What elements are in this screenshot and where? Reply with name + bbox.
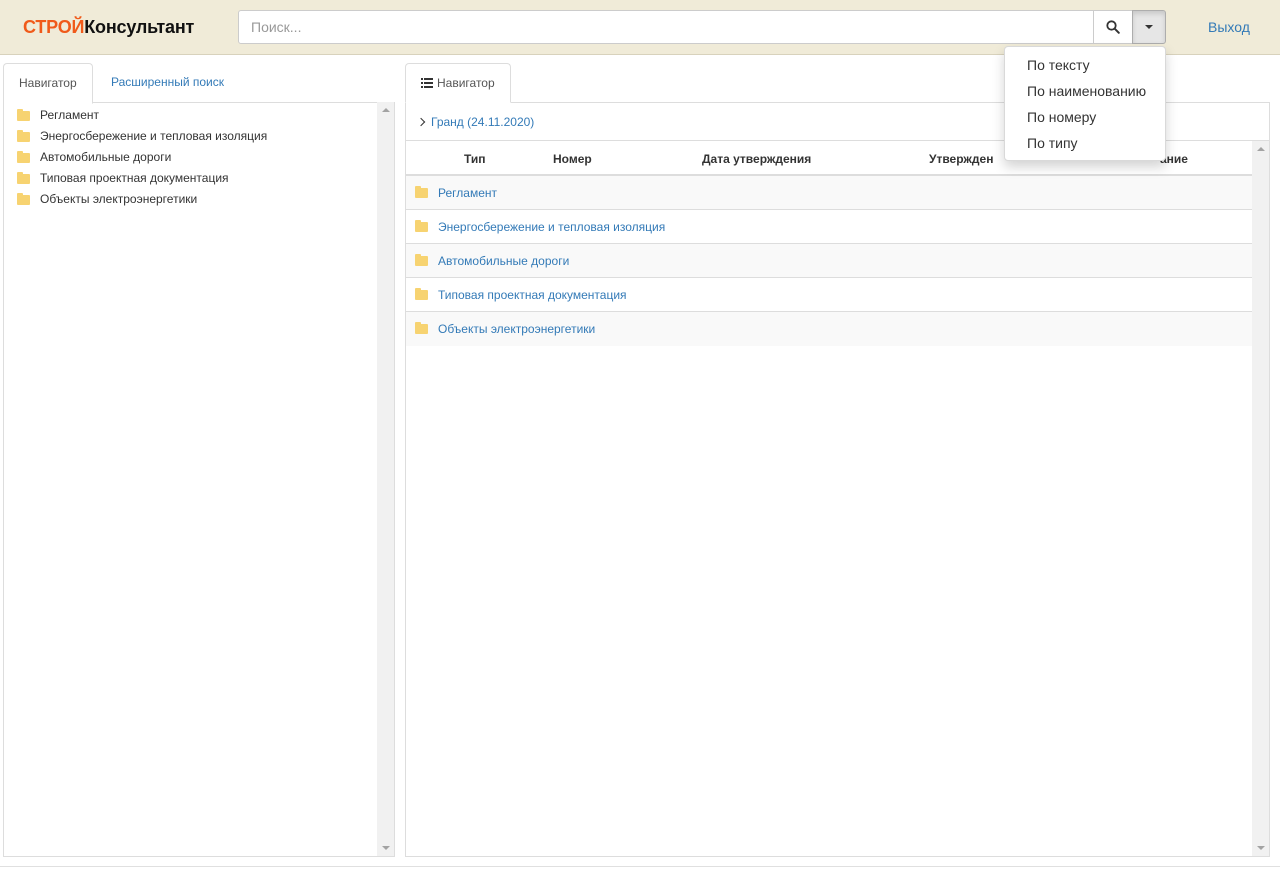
row-label[interactable]: Автомобильные дороги [438, 254, 569, 268]
search-icon [1106, 20, 1120, 34]
search-group [238, 10, 1166, 44]
tree-item[interactable]: Типовая проектная документация [4, 168, 378, 189]
document-list-panel: Гранд (24.11.2020) Тип Номер Дата утверж… [405, 102, 1270, 857]
logo-part-konsultant: Консультант [84, 17, 195, 37]
column-header-approved-by[interactable]: Утвержден [929, 152, 993, 166]
scroll-down-icon[interactable] [1257, 846, 1265, 850]
tab-label: Навигатор [437, 76, 495, 90]
menu-item-by-type[interactable]: По типу [1005, 130, 1165, 156]
tree-item[interactable]: Автомобильные дороги [4, 147, 378, 168]
folder-icon [17, 108, 30, 121]
folder-icon [415, 322, 428, 334]
tree-item[interactable]: Объекты электроэнергетики [4, 189, 378, 210]
column-header-type[interactable]: Тип [464, 152, 486, 166]
table-row[interactable]: Регламент [406, 176, 1253, 210]
scroll-down-icon[interactable] [382, 846, 390, 850]
folder-icon [415, 253, 428, 266]
folder-icon [17, 150, 30, 163]
logo-part-stroy: СТРОЙ [23, 17, 85, 37]
left-tab-bar: Навигатор Расширенный поиск [3, 63, 395, 104]
folder-icon [415, 219, 428, 232]
tab-advanced-search[interactable]: Расширенный поиск [96, 63, 239, 103]
row-label[interactable]: Регламент [438, 186, 497, 200]
tree-item-label: Объекты электроэнергетики [40, 192, 198, 206]
table-row[interactable]: Энергосбережение и тепловая изоляция [406, 210, 1253, 244]
menu-item-by-number[interactable]: По номеру [1005, 104, 1165, 130]
column-header-number[interactable]: Номер [553, 152, 592, 166]
grid-scrollbar[interactable] [1252, 141, 1269, 856]
footer-divider [0, 866, 1280, 867]
column-header-approval-date[interactable]: Дата утверждения [702, 152, 811, 166]
scroll-up-icon[interactable] [382, 108, 390, 112]
row-label[interactable]: Энергосбережение и тепловая изоляция [438, 220, 665, 234]
tree-item-label: Автомобильные дороги [40, 150, 172, 164]
chevron-right-icon [416, 117, 426, 126]
menu-item-by-text[interactable]: По тексту [1005, 52, 1165, 78]
row-label[interactable]: Типовая проектная документация [438, 288, 627, 302]
table-row[interactable]: Автомобильные дороги [406, 244, 1253, 278]
breadcrumb-root-link[interactable]: Гранд (24.11.2020) [431, 115, 534, 129]
folder-icon [17, 129, 30, 142]
menu-item-by-name[interactable]: По наименованию [1005, 78, 1165, 104]
folder-icon [17, 192, 30, 205]
folder-icon [415, 287, 428, 300]
search-mode-dropdown-button[interactable] [1132, 10, 1166, 44]
tree-item[interactable]: Энергосбережение и тепловая изоляция [4, 126, 378, 147]
navigator-tree-panel: Регламент Энергосбережение и тепловая из… [3, 102, 395, 857]
caret-down-icon [1145, 25, 1153, 29]
search-input[interactable] [238, 10, 1094, 44]
tab-navigator-main[interactable]: Навигатор [405, 63, 511, 103]
folder-icon [415, 185, 428, 198]
tree-item[interactable]: Регламент [4, 105, 378, 126]
list-icon [421, 78, 433, 88]
table-row[interactable]: Типовая проектная документация [406, 278, 1253, 312]
row-label[interactable]: Объекты электроэнергетики [438, 322, 595, 336]
table-row[interactable]: Объекты электроэнергетики [406, 312, 1253, 346]
tree-item-label: Регламент [40, 108, 99, 122]
tree-item-label: Энергосбережение и тепловая изоляция [40, 129, 268, 143]
tab-navigator[interactable]: Навигатор [3, 63, 93, 104]
app-logo[interactable]: СТРОЙКонсультант [23, 17, 194, 38]
folder-icon [17, 171, 30, 184]
tree-scrollbar[interactable] [377, 102, 394, 856]
search-button[interactable] [1093, 10, 1133, 44]
scroll-up-icon[interactable] [1257, 147, 1265, 151]
tree-item-label: Типовая проектная документация [40, 171, 229, 185]
navigator-tree: Регламент Энергосбережение и тепловая из… [4, 102, 378, 857]
document-grid: Тип Номер Дата утверждения Утвержден ани… [406, 141, 1253, 856]
search-mode-menu: По тексту По наименованию По номеру По т… [1004, 46, 1166, 161]
logout-link[interactable]: Выход [1208, 19, 1250, 35]
